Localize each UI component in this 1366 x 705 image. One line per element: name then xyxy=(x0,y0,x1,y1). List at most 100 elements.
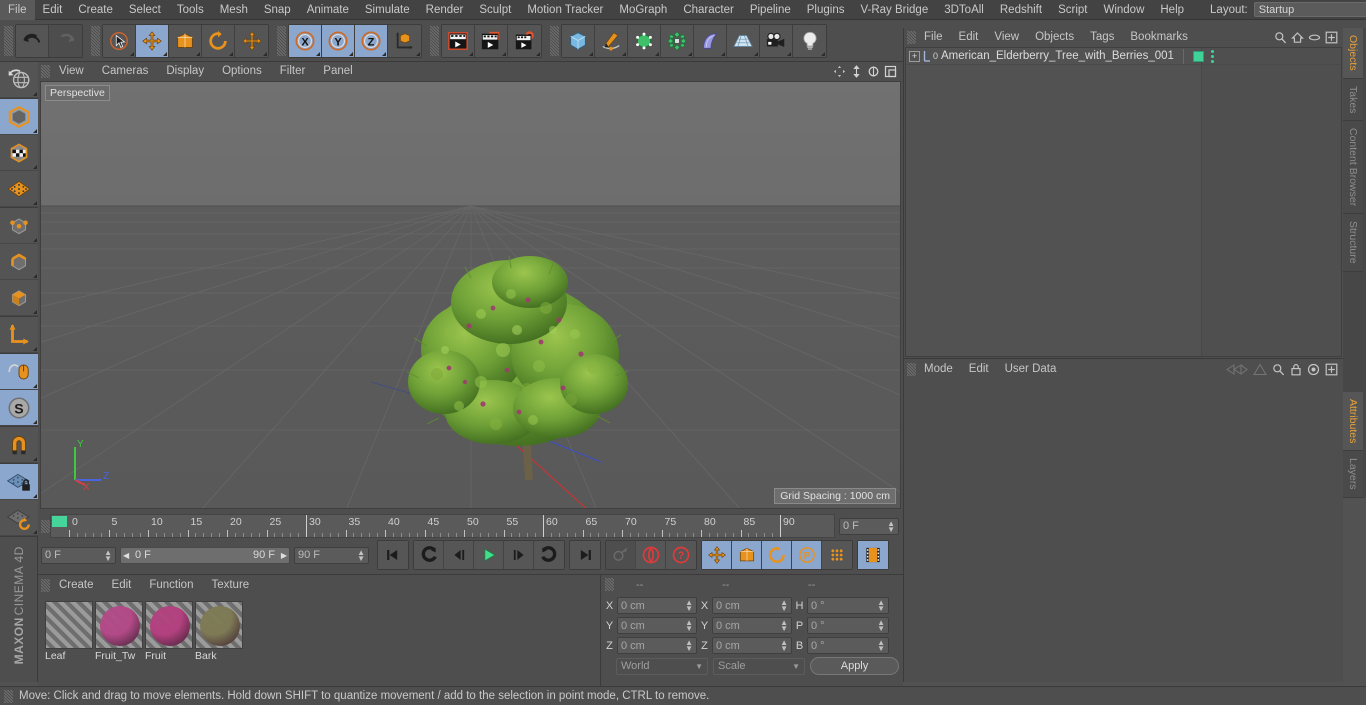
viewport-menu-panel[interactable]: Panel xyxy=(314,62,361,81)
position-y-field[interactable]: 0 cm ▲ ▼ xyxy=(617,617,697,634)
move-tool[interactable] xyxy=(136,24,169,57)
plus-box-icon[interactable] xyxy=(1325,363,1338,376)
magnet-tool-button[interactable] xyxy=(0,427,38,463)
enable-axis-button[interactable] xyxy=(0,354,38,390)
material-thumbnail[interactable] xyxy=(45,601,93,649)
keyframe-selection-button[interactable]: ? xyxy=(666,541,696,569)
size-y-field[interactable]: 0 cm ▲ ▼ xyxy=(712,617,792,634)
add-light-button[interactable] xyxy=(793,24,826,57)
lock-icon[interactable] xyxy=(1290,363,1302,376)
search-icon[interactable] xyxy=(1274,31,1287,44)
layout-dropdown[interactable]: Startup ▼ xyxy=(1253,2,1366,17)
step-forward-button[interactable] xyxy=(504,541,534,569)
material-item[interactable]: Bark xyxy=(195,601,243,687)
object-menu-bookmarks[interactable]: Bookmarks xyxy=(1122,28,1196,47)
viewport-menu-view[interactable]: View xyxy=(50,62,93,81)
axis-move-tool[interactable] xyxy=(235,24,268,57)
workplane-lock-button[interactable] xyxy=(0,464,38,500)
spinner-icon[interactable]: ▲ ▼ xyxy=(780,639,788,653)
previous-key-button[interactable] xyxy=(414,541,444,569)
menu-simulate[interactable]: Simulate xyxy=(357,0,418,20)
pan-icon[interactable] xyxy=(832,64,847,79)
material-list[interactable]: Leaf Fruit_Tw Fruit Bark xyxy=(38,595,600,687)
lock-x-axis[interactable]: X xyxy=(289,24,322,57)
add-camera-button[interactable] xyxy=(760,24,793,57)
object-tree[interactable]: +0 American_Elderberry_Tree_with_Berries_… xyxy=(905,47,1342,357)
undo-view-button[interactable] xyxy=(0,62,38,98)
lock-z-axis[interactable]: Z xyxy=(355,24,388,57)
attributes-menu-edit[interactable]: Edit xyxy=(961,359,997,379)
material-menu-edit[interactable]: Edit xyxy=(103,575,141,595)
key-point-level-button[interactable] xyxy=(822,541,852,569)
vertical-tab-objects[interactable]: Objects xyxy=(1343,28,1363,79)
vertical-tab-structure[interactable]: Structure xyxy=(1343,214,1363,272)
add-spline-button[interactable] xyxy=(595,24,628,57)
panel-grip[interactable] xyxy=(41,519,50,533)
spinner-icon[interactable]: ▲ ▼ xyxy=(685,599,693,613)
rotation-b-field[interactable]: 0 ° ▲ ▼ xyxy=(807,637,889,654)
vertical-tab-layers[interactable]: Layers xyxy=(1343,451,1363,498)
coord-system-dropdown[interactable]: World ▼ xyxy=(616,657,708,675)
spinner-icon[interactable]: ▲ ▼ xyxy=(887,519,895,533)
goto-end-button[interactable] xyxy=(570,541,600,569)
polygons-mode-button[interactable] xyxy=(0,280,38,316)
rotation-p-field[interactable]: 0 ° ▲ ▼ xyxy=(807,617,889,634)
vertical-tab-attributes[interactable]: Attributes xyxy=(1343,392,1363,452)
add-scene-object-button[interactable] xyxy=(727,24,760,57)
timeline-current-frame-field[interactable]: 0 F ▲ ▼ xyxy=(839,517,899,535)
menu-v-ray-bridge[interactable]: V-Ray Bridge xyxy=(852,0,936,20)
transform-mode-dropdown[interactable]: Scale ▼ xyxy=(713,657,805,675)
dolly-icon[interactable] xyxy=(849,64,864,79)
rotate-tool[interactable] xyxy=(202,24,235,57)
rotate-icon[interactable] xyxy=(866,64,881,79)
menu-mograph[interactable]: MoGraph xyxy=(611,0,675,20)
panel-grip[interactable] xyxy=(907,31,916,44)
object-menu-objects[interactable]: Objects xyxy=(1027,28,1082,47)
spinner-icon[interactable]: ▲ ▼ xyxy=(357,548,365,562)
render-settings-button[interactable] xyxy=(508,24,541,57)
nav-left-icon[interactable] xyxy=(1226,363,1248,376)
step-back-button[interactable] xyxy=(444,541,474,569)
menu-edit[interactable]: Edit xyxy=(35,0,71,20)
menu-sculpt[interactable]: Sculpt xyxy=(471,0,519,20)
timeline-filmstrip-button[interactable] xyxy=(858,541,888,569)
vertical-tab-takes[interactable]: Takes xyxy=(1343,78,1363,122)
key-parameter-button[interactable]: P xyxy=(792,541,822,569)
object-menu-edit[interactable]: Edit xyxy=(951,28,987,47)
start-frame-field[interactable]: 0 F ▲ ▼ xyxy=(41,546,116,564)
model-mode-button[interactable] xyxy=(0,99,38,135)
panel-grip[interactable] xyxy=(41,578,50,592)
apply-button[interactable]: Apply xyxy=(810,657,899,675)
toolbar-grip[interactable] xyxy=(550,25,559,56)
play-button[interactable] xyxy=(474,541,504,569)
render-to-picture-viewer-button[interactable] xyxy=(475,24,508,57)
redo-button[interactable] xyxy=(49,24,82,57)
viewport-menu-filter[interactable]: Filter xyxy=(271,62,315,81)
menu-snap[interactable]: Snap xyxy=(256,0,299,20)
green-tag-icon[interactable] xyxy=(1192,50,1204,62)
viewport-menu-display[interactable]: Display xyxy=(157,62,213,81)
target-icon[interactable] xyxy=(1307,363,1320,376)
position-z-field[interactable]: 0 cm ▲ ▼ xyxy=(617,637,697,654)
menu-redshift[interactable]: Redshift xyxy=(992,0,1050,20)
menu-plugins[interactable]: Plugins xyxy=(799,0,853,20)
menu-select[interactable]: Select xyxy=(121,0,169,20)
spinner-icon[interactable]: ▲ ▼ xyxy=(685,639,693,653)
attributes-menu-mode[interactable]: Mode xyxy=(916,359,961,379)
object-menu-view[interactable]: View xyxy=(986,28,1027,47)
object-axis-mode-button[interactable] xyxy=(0,317,38,353)
vertical-tab-content-browser[interactable]: Content Browser xyxy=(1343,121,1363,215)
menu-motion-tracker[interactable]: Motion Tracker xyxy=(519,0,611,20)
tag-dots-icon[interactable] xyxy=(1210,49,1214,63)
spinner-icon[interactable]: ▲ ▼ xyxy=(685,619,693,633)
key-scale-button[interactable] xyxy=(732,541,762,569)
panel-grip[interactable] xyxy=(605,578,614,591)
range-left-arrow-icon[interactable]: ◀ xyxy=(123,551,129,560)
toolbar-grip[interactable] xyxy=(4,25,13,56)
size-z-field[interactable]: 0 cm ▲ ▼ xyxy=(712,637,792,654)
spinner-icon[interactable]: ▲ ▼ xyxy=(780,619,788,633)
edges-mode-button[interactable] xyxy=(0,244,38,280)
add-mograph-button[interactable] xyxy=(694,24,727,57)
menu-file[interactable]: File xyxy=(0,0,35,20)
menu-3dtoall[interactable]: 3DToAll xyxy=(936,0,992,20)
